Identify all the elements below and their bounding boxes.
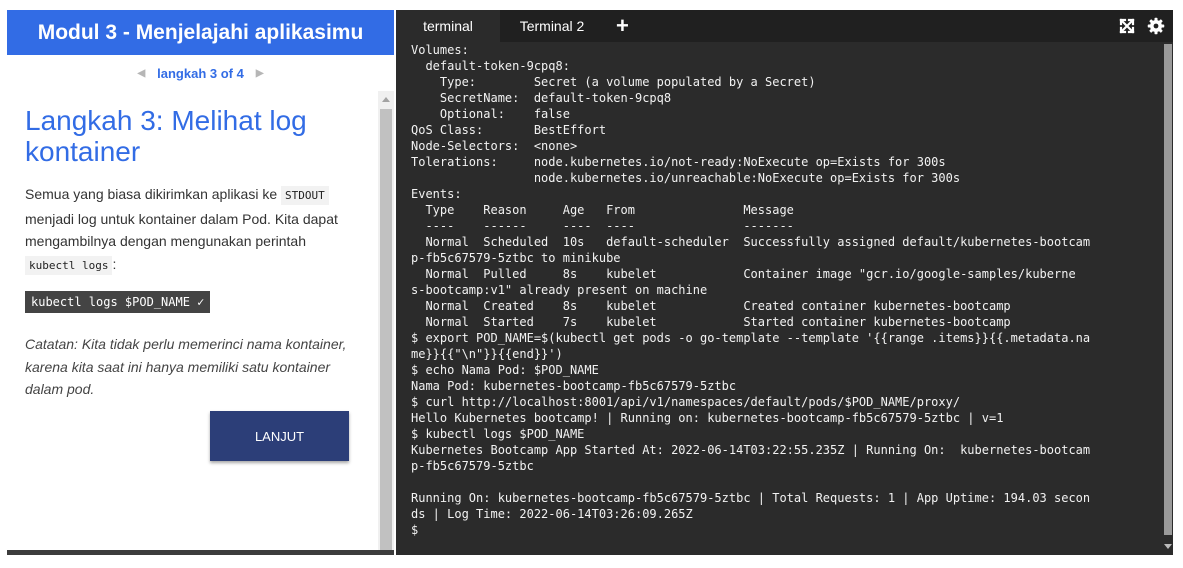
tutorial-pane: Modul 3 - Menjelajahi aplikasimu ◀ langk… <box>7 10 394 550</box>
terminal-scrollbar[interactable] <box>1163 42 1173 555</box>
module-title: Modul 3 - Menjelajahi aplikasimu <box>7 10 394 55</box>
step-navigation: ◀ langkah 3 of 4 ▶ <box>7 55 394 91</box>
terminal-line: $ echo Nama Pod: $POD_NAME <box>411 363 599 377</box>
terminal-tab-bar: terminal Terminal 2 + <box>396 10 1173 42</box>
scroll-down-arrow-icon[interactable] <box>1164 544 1172 549</box>
terminal-line: p-fb5c67579-5ztbc to minikube <box>411 251 621 265</box>
scrollbar-thumb[interactable] <box>380 109 392 550</box>
terminal-line: Type Reason Age From Message <box>411 203 794 217</box>
terminal-line: $ <box>411 523 419 537</box>
terminal-line: Events: <box>411 187 462 201</box>
terminal-line: Optional: false <box>411 107 570 121</box>
terminal-line: p-fb5c67579-5ztbc <box>411 459 534 473</box>
terminal-line: Running On: kubernetes-bootcamp-fb5c6757… <box>411 491 1091 505</box>
terminal-line: Volumes: <box>411 43 469 57</box>
terminal-line: Node-Selectors: <none> <box>411 139 578 153</box>
gear-icon[interactable] <box>1147 17 1165 35</box>
description-text-3: : <box>112 255 117 272</box>
scrollbar-thumb[interactable] <box>1164 44 1172 535</box>
terminal-line: me}}{{"\n"}}{{end}}') <box>411 347 563 361</box>
description-text-2: menjadi log untuk kontainer dalam Pod. K… <box>25 210 338 250</box>
terminal-line: $ export POD_NAME=$(kubectl get pods -o … <box>411 331 1091 345</box>
terminal-line: Nama Pod: kubernetes-bootcamp-fb5c67579-… <box>411 379 737 393</box>
terminal-line: default-token-9cpq8: <box>411 59 570 73</box>
description-text-1: Semua yang biasa dikirimkan aplikasi ke <box>25 186 282 202</box>
terminal-line: Normal Created 8s kubelet Created contai… <box>411 299 1011 313</box>
fullscreen-icon[interactable] <box>1119 18 1135 34</box>
inline-code-stdout: STDOUT <box>281 186 329 205</box>
terminal-line: Normal Scheduled 10s default-scheduler S… <box>411 235 1091 249</box>
terminal-line: Normal Started 7s kubelet Started contai… <box>411 315 1011 329</box>
tutorial-scrollbar[interactable] <box>378 91 394 550</box>
add-tab-button[interactable]: + <box>616 10 629 42</box>
terminal-line: node.kubernetes.io/unreachable:NoExecute… <box>411 171 961 185</box>
terminal-line: s-bootcamp:v1" already present on machin… <box>411 283 708 297</box>
note-text: Catatan: Kita tidak perlu memerinci nama… <box>25 336 347 397</box>
terminal-line: Tolerations: node.kubernetes.io/not-read… <box>411 155 946 169</box>
terminal-line: ds | Log Time: 2022-06-14T03:26:09.265Z <box>411 507 693 521</box>
tutorial-content: Langkah 3: Melihat log kontainer Semua y… <box>7 91 378 550</box>
terminal-line: Hello Kubernetes bootcamp! | Running on:… <box>411 411 1004 425</box>
terminal-pane: terminal Terminal 2 + Volumes: default-t… <box>396 10 1173 555</box>
next-button[interactable]: LANJUT <box>210 411 349 461</box>
chevron-left-icon[interactable]: ◀ <box>137 68 145 79</box>
runnable-command[interactable]: kubectl logs $POD_NAME ✓ <box>25 291 211 313</box>
terminal-line: SecretName: default-token-9cpq8 <box>411 91 672 105</box>
tab-terminal[interactable]: terminal <box>396 10 500 42</box>
terminal-line: QoS Class: BestEffort <box>411 123 607 137</box>
terminal-line: $ kubectl logs $POD_NAME <box>411 427 585 441</box>
chevron-right-icon[interactable]: ▶ <box>256 68 264 79</box>
tab-terminal-2[interactable]: Terminal 2 <box>500 10 604 42</box>
terminal-line: Type: Secret (a volume populated by a Se… <box>411 75 816 89</box>
step-indicator: langkah 3 of 4 <box>157 65 244 81</box>
scroll-up-arrow-icon[interactable] <box>382 97 390 102</box>
terminal-line: Normal Pulled 8s kubelet Container image… <box>411 267 1076 281</box>
terminal-line: Kubernetes Bootcamp App Started At: 2022… <box>411 443 1091 457</box>
terminal-output[interactable]: Volumes: default-token-9cpq8: Type: Secr… <box>411 42 1163 555</box>
terminal-line: $ curl http://localhost:8001/api/v1/name… <box>411 395 961 409</box>
step-title: Langkah 3: Melihat log kontainer <box>25 105 307 167</box>
pane-bottom-border <box>7 550 394 555</box>
step-description: Semua yang biasa dikirimkan aplikasi ke … <box>25 183 360 277</box>
inline-code-kubectl-logs: kubectl logs <box>25 255 113 275</box>
terminal-line: ---- ------ ---- ---- ------- <box>411 219 794 233</box>
